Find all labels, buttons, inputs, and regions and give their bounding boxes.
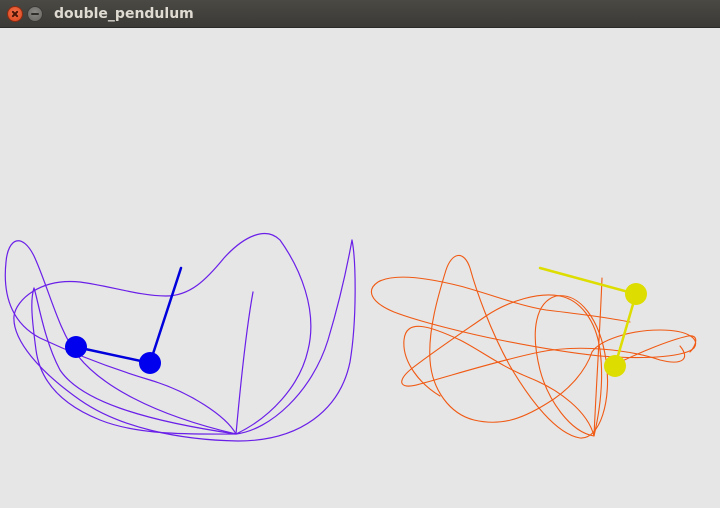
left-lower-rod xyxy=(74,345,152,365)
pendulum-drawing xyxy=(4,232,697,442)
close-icon[interactable] xyxy=(7,6,23,22)
right-pendulum-trail xyxy=(370,254,697,439)
simulation-canvas xyxy=(0,28,720,508)
minimize-icon[interactable] xyxy=(27,6,43,22)
left-upper-rod xyxy=(148,266,183,365)
left-lower-bob xyxy=(65,336,87,358)
title-bar[interactable]: double_pendulum xyxy=(0,0,720,28)
left-upper-bob xyxy=(139,352,161,374)
right-lower-bob xyxy=(604,355,626,377)
left-pendulum-trail xyxy=(4,232,356,442)
right-upper-rod xyxy=(538,266,638,296)
right-upper-bob xyxy=(625,283,647,305)
right-lower-rod xyxy=(613,292,638,368)
app-window: double_pendulum xyxy=(0,0,720,508)
left-pendulum xyxy=(65,266,183,374)
right-pendulum xyxy=(538,266,647,377)
window-title: double_pendulum xyxy=(54,6,194,22)
